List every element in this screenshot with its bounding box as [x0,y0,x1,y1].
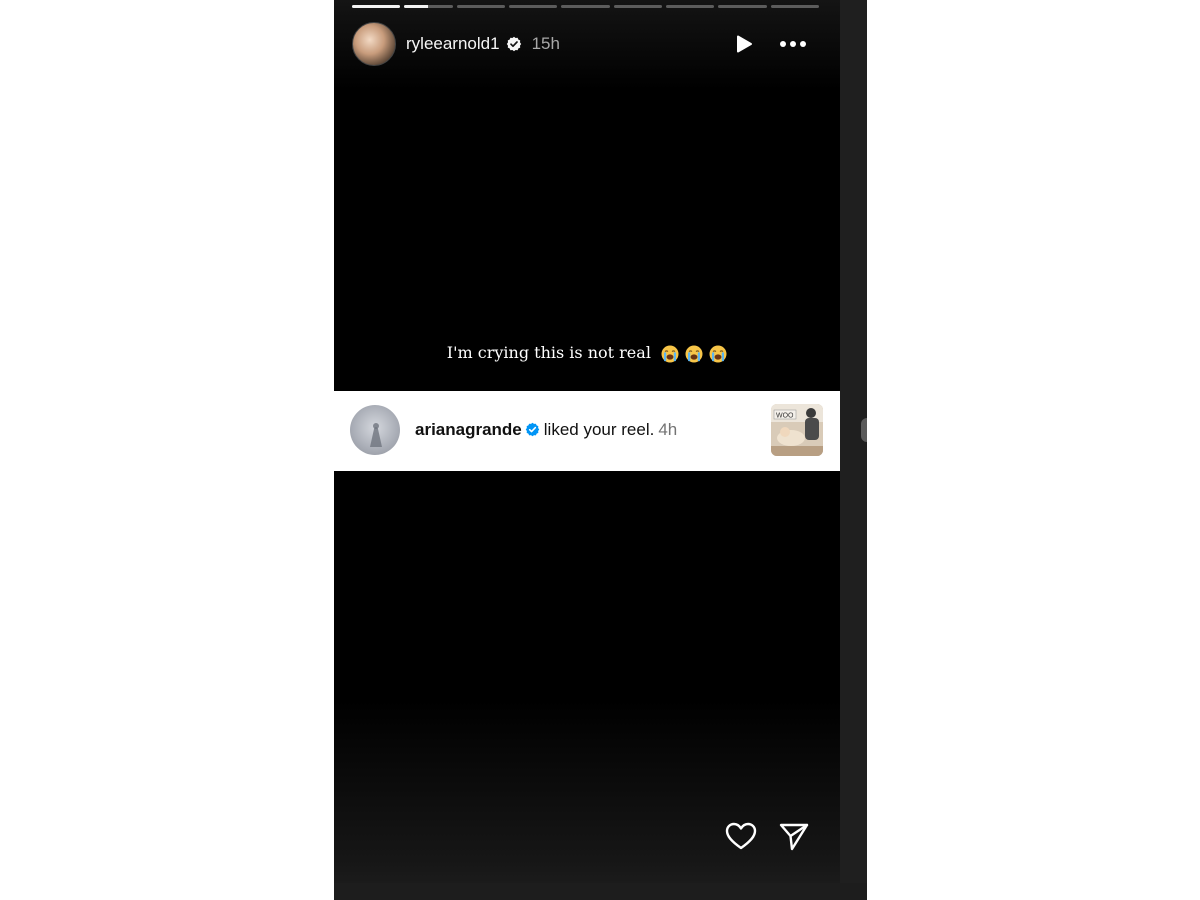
crying-emoji-group [660,344,727,364]
verified-badge-icon [506,36,522,52]
send-icon[interactable] [778,821,810,853]
notification-time: 4h [658,420,678,439]
next-story-handle[interactable] [861,418,867,442]
caption-text: I'm crying this is not real [446,343,651,362]
story-progress-bar [352,5,819,8]
progress-segment [770,5,819,8]
notification-action: liked your reel. [543,420,655,439]
notification-text: arianagrande liked your reel. 4h [415,420,677,440]
story-time: 15h [531,34,560,53]
progress-segment [352,5,401,8]
heart-icon[interactable] [725,821,757,853]
side-panel-edge [840,0,867,900]
story-viewer[interactable]: ryleearnold1 15h I'm crying this is not … [334,0,867,900]
loudly-crying-face-icon [709,345,727,363]
progress-segment [665,5,715,8]
notification-username: arianagrande [415,420,522,439]
verified-badge-icon [525,422,540,437]
story-media[interactable]: ryleearnold1 15h I'm crying this is not … [334,0,840,883]
loudly-crying-face-icon [685,345,703,363]
user-avatar[interactable] [352,22,396,66]
play-icon[interactable] [733,33,755,55]
progress-segment [613,5,662,8]
reel-thumbnail: WOO [771,404,823,456]
more-options-icon[interactable] [778,37,808,51]
progress-segment-fill [404,5,429,8]
thumb-label: WOO [776,413,794,420]
story-caption: I'm crying this is not real [334,343,840,363]
progress-segment [561,5,610,8]
progress-segment [456,5,505,8]
loudly-crying-face-icon [661,345,679,363]
like-notification-screenshot: arianagrande liked your reel. 4h WOO [334,391,840,471]
story-username[interactable]: ryleearnold1 [406,34,500,54]
progress-segment [404,5,453,8]
notification-avatar [350,405,400,455]
story-header: ryleearnold1 15h [352,22,819,66]
bottom-bar [334,883,867,900]
progress-segment [718,5,767,8]
progress-segment-fill [352,5,401,8]
progress-segment [508,5,558,8]
